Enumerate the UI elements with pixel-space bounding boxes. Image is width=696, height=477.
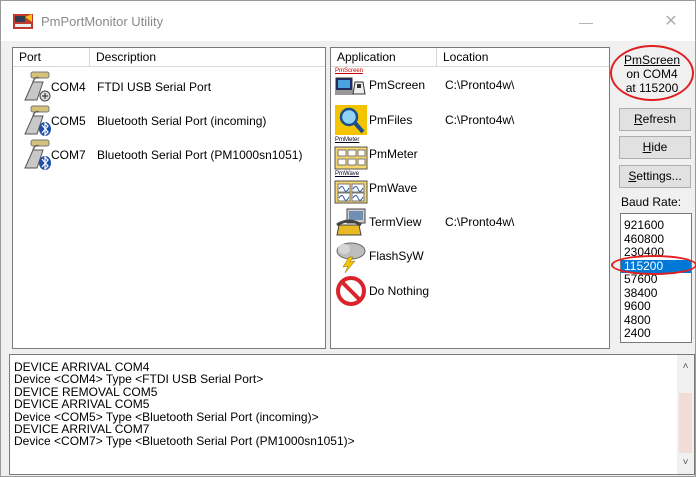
magnifier-icon: [335, 105, 367, 135]
no-symbol-icon: [336, 276, 366, 306]
pmmeter-icon-caption: PmMeter: [335, 137, 360, 143]
app-name: PmMeter: [369, 147, 418, 161]
app-location: C:\Pronto4w\: [445, 78, 515, 92]
log-line: Device <COM7> Type <Bluetooth Serial Por…: [14, 434, 355, 449]
status-port: on COM4: [626, 67, 678, 81]
selected-baud-highlight: [611, 255, 696, 275]
port-name: COM5: [51, 114, 86, 128]
usb-plug-icon: [24, 71, 51, 102]
refresh-label: efresh: [642, 112, 677, 126]
log-line: DEVICE ARRIVAL COM5: [14, 397, 150, 412]
pmwave-icon-caption: PmWave: [335, 171, 360, 177]
connection-status: PmScreen on COM4 at 115200: [610, 45, 694, 101]
app-row-termview[interactable]: TermView C:\Pronto4w\: [331, 205, 609, 239]
baud-option[interactable]: 57600: [621, 272, 691, 287]
app-window: PmPortMonitor Utility — ✕ Port Descripti…: [0, 0, 696, 477]
refresh-accel: R: [633, 112, 643, 126]
app-row-pmscreen[interactable]: PmScreen PmScreen C:\Pronto4w\: [331, 68, 609, 102]
applications-list[interactable]: Application Location PmScreen PmScreen C…: [330, 47, 610, 349]
baud-rate-list[interactable]: 921600 460800 230400 115200 57600 38400 …: [620, 213, 692, 343]
log-lines: DEVICE ARRIVAL COM4 Device <COM4> Type <…: [10, 361, 355, 448]
port-description: Bluetooth Serial Port (incoming): [97, 114, 267, 128]
close-button[interactable]: ✕: [651, 9, 691, 35]
app-location: C:\Pronto4w\: [445, 215, 515, 229]
baud-rate-label: Baud Rate:: [621, 195, 682, 209]
baud-option[interactable]: 38400: [621, 286, 691, 301]
app-name: PmScreen: [369, 78, 426, 92]
status-baud: at 115200: [625, 81, 679, 95]
port-description: Bluetooth Serial Port (PM1000sn1051): [97, 148, 303, 162]
scroll-up-icon[interactable]: ˄: [677, 361, 694, 375]
refresh-button[interactable]: Refresh: [619, 108, 691, 131]
app-name: FlashSyW: [369, 249, 424, 263]
settings-label: ettings...: [636, 169, 682, 183]
port-row-com5[interactable]: COM5 Bluetooth Serial Port (incoming): [13, 104, 325, 138]
port-row-com7[interactable]: COM7 Bluetooth Serial Port (PM1000sn1051…: [13, 138, 325, 172]
pmscreen-icon-caption: PmScreen: [335, 68, 364, 74]
log-scrollbar[interactable]: ˄ ˅: [677, 355, 694, 474]
app-logo-icon: [13, 14, 33, 29]
app-location: C:\Pronto4w\: [445, 113, 515, 127]
location-column-header[interactable]: Location: [437, 48, 609, 67]
baud-option[interactable]: 4800: [621, 313, 691, 328]
event-log[interactable]: DEVICE ARRIVAL COM4 Device <COM4> Type <…: [9, 354, 695, 475]
baud-option[interactable]: 9600: [621, 299, 691, 314]
app-row-pmfiles[interactable]: PmFiles C:\Pronto4w\: [331, 103, 609, 137]
scroll-thumb[interactable]: [679, 393, 692, 453]
port-name: COM4: [51, 80, 86, 94]
app-row-flashsyw[interactable]: FlashSyW: [331, 239, 609, 273]
title-bar[interactable]: PmPortMonitor Utility — ✕: [1, 1, 695, 41]
baud-option[interactable]: 2400: [621, 326, 691, 341]
settings-button[interactable]: Settings...: [619, 165, 691, 188]
scroll-down-icon[interactable]: ˅: [677, 457, 694, 471]
baud-option[interactable]: 460800: [621, 232, 691, 247]
telephone-icon: [336, 208, 366, 236]
hide-label: ide: [651, 140, 668, 154]
port-description: FTDI USB Serial Port: [97, 80, 212, 94]
app-name: TermView: [369, 215, 422, 229]
ports-list[interactable]: Port Description COM4 FTDI USB Serial Po…: [12, 47, 326, 349]
app-row-pmmeter[interactable]: PmMeter PmMeter: [331, 137, 609, 171]
log-line: Device <COM4> Type <FTDI USB Serial Port…: [14, 372, 264, 387]
app-name: PmFiles: [369, 113, 413, 127]
baud-option[interactable]: 921600: [621, 218, 691, 233]
description-column-header[interactable]: Description: [90, 48, 325, 67]
app-row-do-nothing[interactable]: Do Nothing: [331, 274, 609, 308]
hide-button[interactable]: Hide: [619, 136, 691, 159]
bluetooth-plug-icon: [24, 105, 51, 137]
port-row-com4[interactable]: COM4 FTDI USB Serial Port: [13, 70, 325, 104]
app-name: PmWave: [369, 181, 418, 195]
status-app: PmScreen: [623, 53, 681, 67]
bluetooth-plug-icon: [24, 139, 51, 171]
port-name: COM7: [51, 148, 86, 162]
port-column-header[interactable]: Port: [13, 48, 90, 67]
app-row-pmwave[interactable]: PmWave PmWave: [331, 171, 609, 205]
minimize-button[interactable]: —: [566, 9, 606, 35]
storm-cloud-icon: [336, 242, 366, 273]
window-title: PmPortMonitor Utility: [41, 14, 164, 29]
application-column-header[interactable]: Application: [331, 48, 437, 67]
app-name: Do Nothing: [369, 284, 430, 298]
